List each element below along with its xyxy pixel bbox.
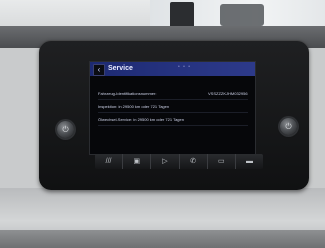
power-icon: ⏻ [62,124,69,134]
menu-button[interactable]: /// [95,154,124,169]
left-power-knob[interactable]: ⏻ [57,121,74,138]
vin-label: Fahrzeug-Identifikationsnummer: [98,91,157,96]
row-divider [98,112,248,113]
inspection-row: Inspektion: in 29500 km oder 721 Tagen [98,104,170,109]
page-title: Service [108,65,133,72]
settings-button[interactable]: ▬ [236,154,263,169]
screen-header: ‹ Service • • • [90,62,255,76]
power-icon: ⏻ [285,121,292,131]
dashboard-vent [0,230,325,248]
page-indicator: • • • [178,64,192,70]
softkey-bar: /// ▣ ▷ ✆ ▭ ▬ [95,154,263,169]
background-object [220,4,264,26]
car-button[interactable]: ▣ [123,154,152,169]
media-button[interactable]: ▷ [151,154,180,169]
back-button[interactable]: ‹ [93,64,105,76]
nav-button[interactable]: ▭ [208,154,236,169]
vin-value: VSSZZZKJHM032956 [208,91,248,96]
row-divider [98,99,248,100]
chevron-left-icon: ‹ [97,65,101,74]
right-power-knob[interactable]: ⏻ [280,118,297,135]
infotainment-screen: ‹ Service • • • Fahrzeug-Identifikations… [89,61,256,155]
phone-button[interactable]: ✆ [180,154,208,169]
oil-service-row: Ölwechsel-Service: in 29500 km oder 721 … [98,117,184,122]
row-divider [98,125,248,126]
background-object [170,2,194,28]
